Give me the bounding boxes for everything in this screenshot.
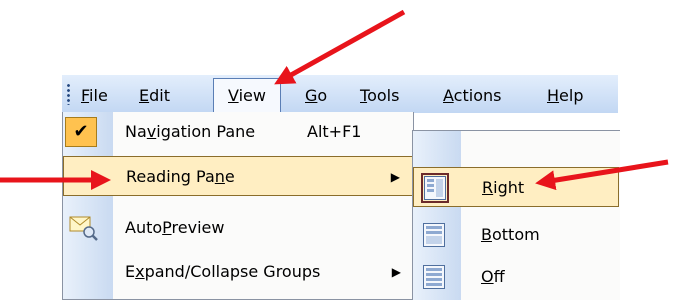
menu-item-navigation-pane[interactable]: ✔ Navigation Pane Alt+F1 bbox=[63, 112, 413, 152]
menu-edit-label: dit bbox=[149, 86, 170, 105]
expand-collapse-groups-label: Expand/Collapse Groups bbox=[125, 262, 321, 281]
autopreview-envelope-icon bbox=[69, 216, 98, 241]
arrow-to-view-menu bbox=[274, 9, 406, 85]
navigation-pane-shortcut: Alt+F1 bbox=[307, 122, 362, 141]
autopreview-label: AutoPreview bbox=[125, 218, 225, 237]
submenu-arrow-icon: ▶ bbox=[390, 170, 400, 184]
menu-tools[interactable]: Tools bbox=[357, 82, 402, 110]
off-label: Off bbox=[481, 267, 505, 286]
menu-actions[interactable]: Actions bbox=[440, 82, 504, 110]
menu-item-expand-collapse-groups[interactable]: Expand/Collapse Groups ▶ bbox=[63, 252, 413, 292]
submenu-item-off[interactable]: Off bbox=[413, 257, 619, 297]
menu-view-accesskey: V bbox=[228, 86, 239, 105]
menu-edit[interactable]: Edit bbox=[136, 82, 173, 110]
menu-go-accesskey: G bbox=[305, 86, 318, 105]
submenu-item-right[interactable]: Right bbox=[413, 167, 619, 207]
menu-edit-accesskey: E bbox=[139, 86, 150, 105]
menu-tools-label: ools bbox=[367, 86, 400, 105]
view-menu-dropdown: ✔ Navigation Pane Alt+F1 Reading Pane ▶ … bbox=[62, 112, 414, 300]
menu-file-label: ile bbox=[89, 86, 108, 105]
reading-pane-label: Reading Pane bbox=[126, 167, 235, 186]
checkmark-icon: ✔ bbox=[65, 117, 97, 147]
menu-actions-label: ctions bbox=[453, 86, 502, 105]
menu-go[interactable]: Go bbox=[302, 82, 330, 110]
menu-file[interactable]: File bbox=[78, 82, 111, 110]
toolbar-grip-handle[interactable] bbox=[67, 83, 70, 105]
submenu-item-bottom[interactable]: Bottom bbox=[413, 215, 619, 255]
right-label: Right bbox=[482, 178, 525, 197]
menu-view[interactable]: View bbox=[213, 78, 281, 113]
menu-view-label: iew bbox=[238, 86, 266, 105]
menu-go-label: o bbox=[317, 86, 328, 105]
bottom-label: Bottom bbox=[481, 225, 540, 244]
reading-pane-off-icon bbox=[423, 265, 445, 289]
menu-item-reading-pane[interactable]: Reading Pane ▶ bbox=[63, 156, 413, 196]
navigation-pane-label: Navigation Pane bbox=[125, 122, 256, 141]
menu-actions-accesskey: A bbox=[443, 86, 454, 105]
menu-help-label: elp bbox=[559, 86, 584, 105]
reading-pane-bottom-icon bbox=[423, 223, 445, 247]
menu-help-accesskey: H bbox=[547, 86, 560, 105]
menu-help[interactable]: Help bbox=[544, 82, 586, 110]
menu-tools-accesskey: T bbox=[360, 86, 368, 105]
submenu-arrow-icon: ▶ bbox=[391, 265, 401, 279]
reading-pane-right-icon bbox=[421, 173, 449, 203]
menu-file-accesskey: F bbox=[81, 86, 90, 105]
menu-item-autopreview[interactable]: AutoPreview bbox=[63, 208, 413, 248]
reading-pane-submenu: Right Bottom Off bbox=[412, 130, 620, 300]
